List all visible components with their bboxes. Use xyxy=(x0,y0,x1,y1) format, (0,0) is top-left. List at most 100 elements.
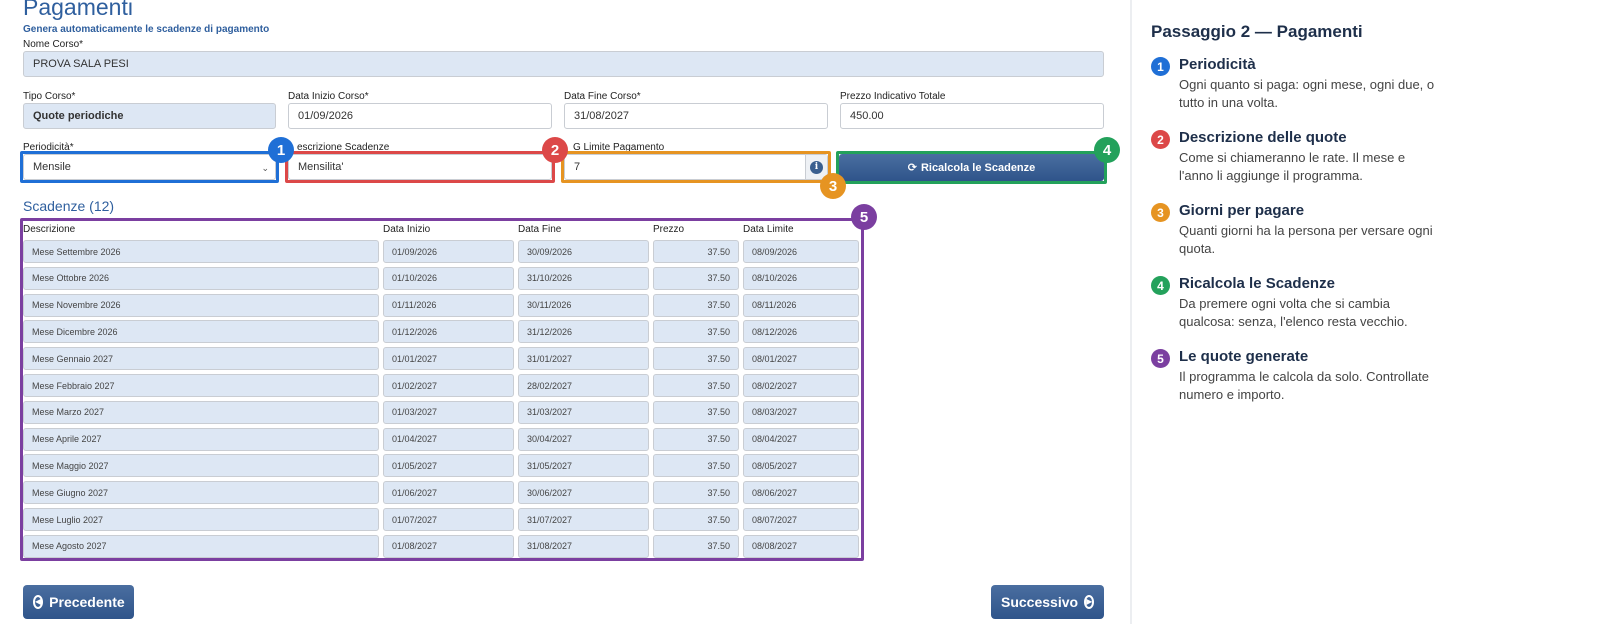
scadenze-title: Scadenze (12) xyxy=(23,198,115,214)
highlight-periodicita xyxy=(20,151,279,183)
help-title: Passaggio 2 — Pagamenti xyxy=(1151,22,1363,41)
cell-prezzo[interactable]: 37.50 xyxy=(653,240,739,263)
cell-descrizione[interactable]: Mese Settembre 2026 xyxy=(23,240,379,263)
prezzo-field[interactable]: 450.00 xyxy=(840,103,1104,129)
cell-data-fine[interactable]: 31/08/2027 xyxy=(518,534,649,558)
badge-1: 1 xyxy=(268,137,294,163)
cell-data-limite[interactable]: 08/05/2027 xyxy=(743,454,859,478)
cell-data-fine[interactable]: 28/02/2027 xyxy=(518,374,649,397)
badge-5: 5 xyxy=(851,204,877,230)
step-title: Ricalcola le Scadenze xyxy=(1179,275,1335,292)
cell-descrizione[interactable]: Mese Ottobre 2026 xyxy=(23,266,379,290)
help-steps: 1 Periodicità Ogni quanto si paga: ogni me… xyxy=(1151,56,1571,404)
step-badge: 1 xyxy=(1151,57,1170,76)
prev-button[interactable]: ◀ Precedente xyxy=(23,585,134,619)
prev-label: Precedente xyxy=(49,594,125,610)
cell-prezzo[interactable]: 37.50 xyxy=(653,400,739,424)
cell-descrizione[interactable]: Mese Maggio 2027 xyxy=(23,454,379,478)
nome-corso-field[interactable]: PROVA SALA PESI xyxy=(23,51,1104,77)
cell-data-inizio[interactable]: 01/10/2026 xyxy=(383,266,514,290)
cell-data-inizio[interactable]: 01/07/2027 xyxy=(383,508,514,531)
step-title: Le quote generate xyxy=(1179,348,1309,365)
cell-data-inizio[interactable]: 01/12/2026 xyxy=(383,320,514,344)
cell-prezzo[interactable]: 37.50 xyxy=(653,347,739,371)
cell-data-limite[interactable]: 08/07/2027 xyxy=(743,508,859,531)
cell-prezzo[interactable]: 37.50 xyxy=(653,427,739,451)
cell-prezzo[interactable]: 37.50 xyxy=(653,266,739,290)
help-step: 1 Periodicità Ogni quanto si paga: ogni me… xyxy=(1151,56,1571,112)
cell-data-limite[interactable]: 08/09/2026 xyxy=(743,240,859,263)
cell-data-limite[interactable]: 08/01/2027 xyxy=(743,347,859,371)
cell-data-limite[interactable]: 08/10/2026 xyxy=(743,266,859,290)
badge-2: 2 xyxy=(542,137,568,163)
highlight-descrizione xyxy=(285,151,555,183)
prezzo-label: Prezzo Indicativo Totale xyxy=(840,91,946,102)
cell-data-inizio[interactable]: 01/06/2027 xyxy=(383,481,514,505)
cell-data-fine[interactable]: 31/05/2027 xyxy=(518,454,649,478)
help-step: 4 Ricalcola le Scadenze Da premere ogni vo… xyxy=(1151,275,1571,331)
step-title: Descrizione delle quote xyxy=(1179,129,1347,146)
data-fine-field[interactable]: 31/08/2027 xyxy=(564,103,828,129)
cell-data-limite[interactable]: 08/02/2027 xyxy=(743,374,859,397)
step-badge: 2 xyxy=(1151,130,1170,149)
cell-descrizione[interactable]: Mese Luglio 2027 xyxy=(23,508,379,531)
page-subtitle: Genera automaticamente le scadenze di pa… xyxy=(23,24,270,35)
cell-descrizione[interactable]: Mese Giugno 2027 xyxy=(23,481,379,505)
cell-data-inizio[interactable]: 01/01/2027 xyxy=(383,347,514,371)
tipo-corso-field[interactable]: Quote periodiche xyxy=(23,103,276,129)
main-form-area: Pagamenti Genera automaticamente le scad… xyxy=(0,0,1140,624)
help-step: 3 Giorni per pagare Quanti giorni ha la pe… xyxy=(1151,202,1571,258)
cell-prezzo[interactable]: 37.50 xyxy=(653,454,739,478)
step-title: Periodicità xyxy=(1179,56,1256,73)
cell-descrizione[interactable]: Mese Agosto 2027 xyxy=(23,534,379,558)
cell-data-inizio[interactable]: 01/03/2027 xyxy=(383,400,514,424)
page: Pagamenti Genera automaticamente le scad… xyxy=(0,0,1600,624)
next-label: Successivo xyxy=(1001,594,1079,610)
cell-descrizione[interactable]: Mese Novembre 2026 xyxy=(23,293,379,317)
data-fine-label: Data Fine Corso* xyxy=(564,91,641,102)
nome-corso-label: Nome Corso* xyxy=(23,39,84,50)
cell-data-fine[interactable]: 30/11/2026 xyxy=(518,293,649,317)
cell-data-fine[interactable]: 31/01/2027 xyxy=(518,347,649,371)
cell-data-fine[interactable]: 31/07/2027 xyxy=(518,508,649,531)
cell-data-fine[interactable]: 30/06/2027 xyxy=(518,481,649,505)
cell-prezzo[interactable]: 37.50 xyxy=(653,481,739,505)
cell-data-fine[interactable]: 30/04/2027 xyxy=(518,427,649,451)
next-button[interactable]: Successivo ▶ xyxy=(991,585,1104,619)
cell-descrizione[interactable]: Mese Aprile 2027 xyxy=(23,427,379,451)
cell-data-fine[interactable]: 31/03/2027 xyxy=(518,400,649,424)
cell-prezzo[interactable]: 37.50 xyxy=(653,320,739,344)
page-title: Pagamenti xyxy=(23,0,133,20)
cell-data-fine[interactable]: 31/12/2026 xyxy=(518,320,649,344)
col-header-prezzo: Prezzo xyxy=(653,224,685,235)
panel-divider xyxy=(1130,0,1132,624)
cell-data-inizio[interactable]: 01/11/2026 xyxy=(383,293,514,317)
cell-data-limite[interactable]: 08/11/2026 xyxy=(743,293,859,317)
cell-data-limite[interactable]: 08/03/2027 xyxy=(743,400,859,424)
cell-data-inizio[interactable]: 01/08/2027 xyxy=(383,534,514,558)
cell-data-fine[interactable]: 30/09/2026 xyxy=(518,240,649,263)
cell-data-inizio[interactable]: 01/05/2027 xyxy=(383,454,514,478)
cell-descrizione[interactable]: Mese Gennaio 2027 xyxy=(23,347,379,371)
cell-data-inizio[interactable]: 01/04/2027 xyxy=(383,427,514,451)
data-inizio-field[interactable]: 01/09/2026 xyxy=(288,103,552,129)
cell-descrizione[interactable]: Mese Febbraio 2027 xyxy=(23,374,379,397)
cell-prezzo[interactable]: 37.50 xyxy=(653,534,739,558)
cell-prezzo[interactable]: 37.50 xyxy=(653,508,739,531)
step-badge: 3 xyxy=(1151,203,1170,222)
cell-data-limite[interactable]: 08/12/2026 xyxy=(743,320,859,344)
col-header-data-fine: Data Fine xyxy=(518,224,562,235)
cell-data-inizio[interactable]: 01/09/2026 xyxy=(383,240,514,263)
cell-data-limite[interactable]: 08/04/2027 xyxy=(743,427,859,451)
step-description: Ogni quanto si paga: ogni mese, ogni due… xyxy=(1179,77,1435,110)
cell-data-limite[interactable]: 08/08/2027 xyxy=(743,534,859,558)
cell-descrizione[interactable]: Mese Dicembre 2026 xyxy=(23,320,379,344)
arrow-right-circle-icon: ▶ xyxy=(1084,595,1095,609)
cell-data-fine[interactable]: 31/10/2026 xyxy=(518,266,649,290)
cell-prezzo[interactable]: 37.50 xyxy=(653,293,739,317)
tipo-corso-label: Tipo Corso* xyxy=(23,91,76,102)
cell-prezzo[interactable]: 37.50 xyxy=(653,374,739,397)
cell-descrizione[interactable]: Mese Marzo 2027 xyxy=(23,400,379,424)
cell-data-inizio[interactable]: 01/02/2027 xyxy=(383,374,514,397)
cell-data-limite[interactable]: 08/06/2027 xyxy=(743,481,859,505)
